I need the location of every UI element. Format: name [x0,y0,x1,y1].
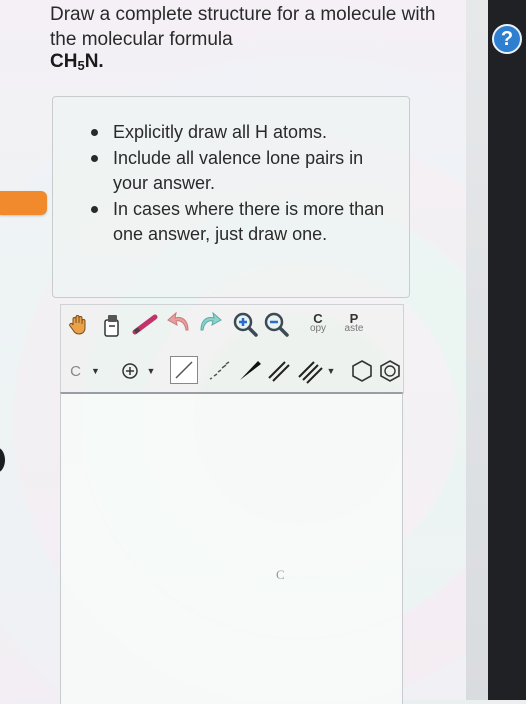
instruction-item: Include all valence lone pairs in your a… [88,146,388,196]
drawing-canvas[interactable] [60,392,403,704]
formula-subscript: 5 [77,58,85,73]
charge-plus-icon [121,363,138,379]
canvas-atom-label[interactable]: C [276,567,285,583]
molecular-formula: CH5N. [50,51,104,73]
help-button[interactable]: ? [492,24,522,54]
dropdown-arrow-icon: ▼ [146,366,156,376]
question-text: Draw a complete structure for a molecule… [50,4,436,50]
copy-button[interactable]: Copy [304,310,332,338]
hand-tool-icon[interactable] [67,312,91,336]
charge-select[interactable]: ▼ [115,359,161,383]
benzene-icon[interactable] [378,359,402,383]
instruction-item: In cases where there is more than one an… [88,197,388,247]
zoom-out-icon[interactable] [263,311,289,337]
pencil-icon[interactable] [131,312,159,336]
instructions-list: Explicitly draw all H atoms. Include all… [88,120,388,248]
paste-button[interactable]: Paste [338,310,370,338]
dashed-bond-icon[interactable] [206,358,232,384]
formula-tail: N. [84,51,104,72]
element-select-label: C [70,362,81,380]
screen-edge [488,0,526,700]
zoom-in-icon[interactable] [232,311,258,337]
dropdown-arrow-icon: ▼ [90,366,100,376]
cyclohexane-icon[interactable] [350,359,374,383]
scroll-rail[interactable] [466,0,488,700]
redo-icon[interactable] [197,310,223,334]
wedge-bond-icon[interactable] [237,358,263,384]
eraser-icon[interactable] [99,312,123,338]
double-bond-icon[interactable] [266,358,292,384]
instruction-item: Explicitly draw all H atoms. [88,120,388,145]
dropdown-arrow-icon: ▼ [326,366,336,376]
triple-bond-icon [297,361,323,384]
undo-icon[interactable] [166,310,192,334]
paste-rest: aste [344,323,364,334]
copy-rest: opy [309,323,327,334]
formula-main: CH [50,51,78,72]
single-bond-icon[interactable] [170,356,198,384]
element-select[interactable]: C ▼ [63,359,107,383]
orange-tab-marker[interactable] [0,191,47,215]
triple-bond-select[interactable]: ▼ [294,358,338,384]
